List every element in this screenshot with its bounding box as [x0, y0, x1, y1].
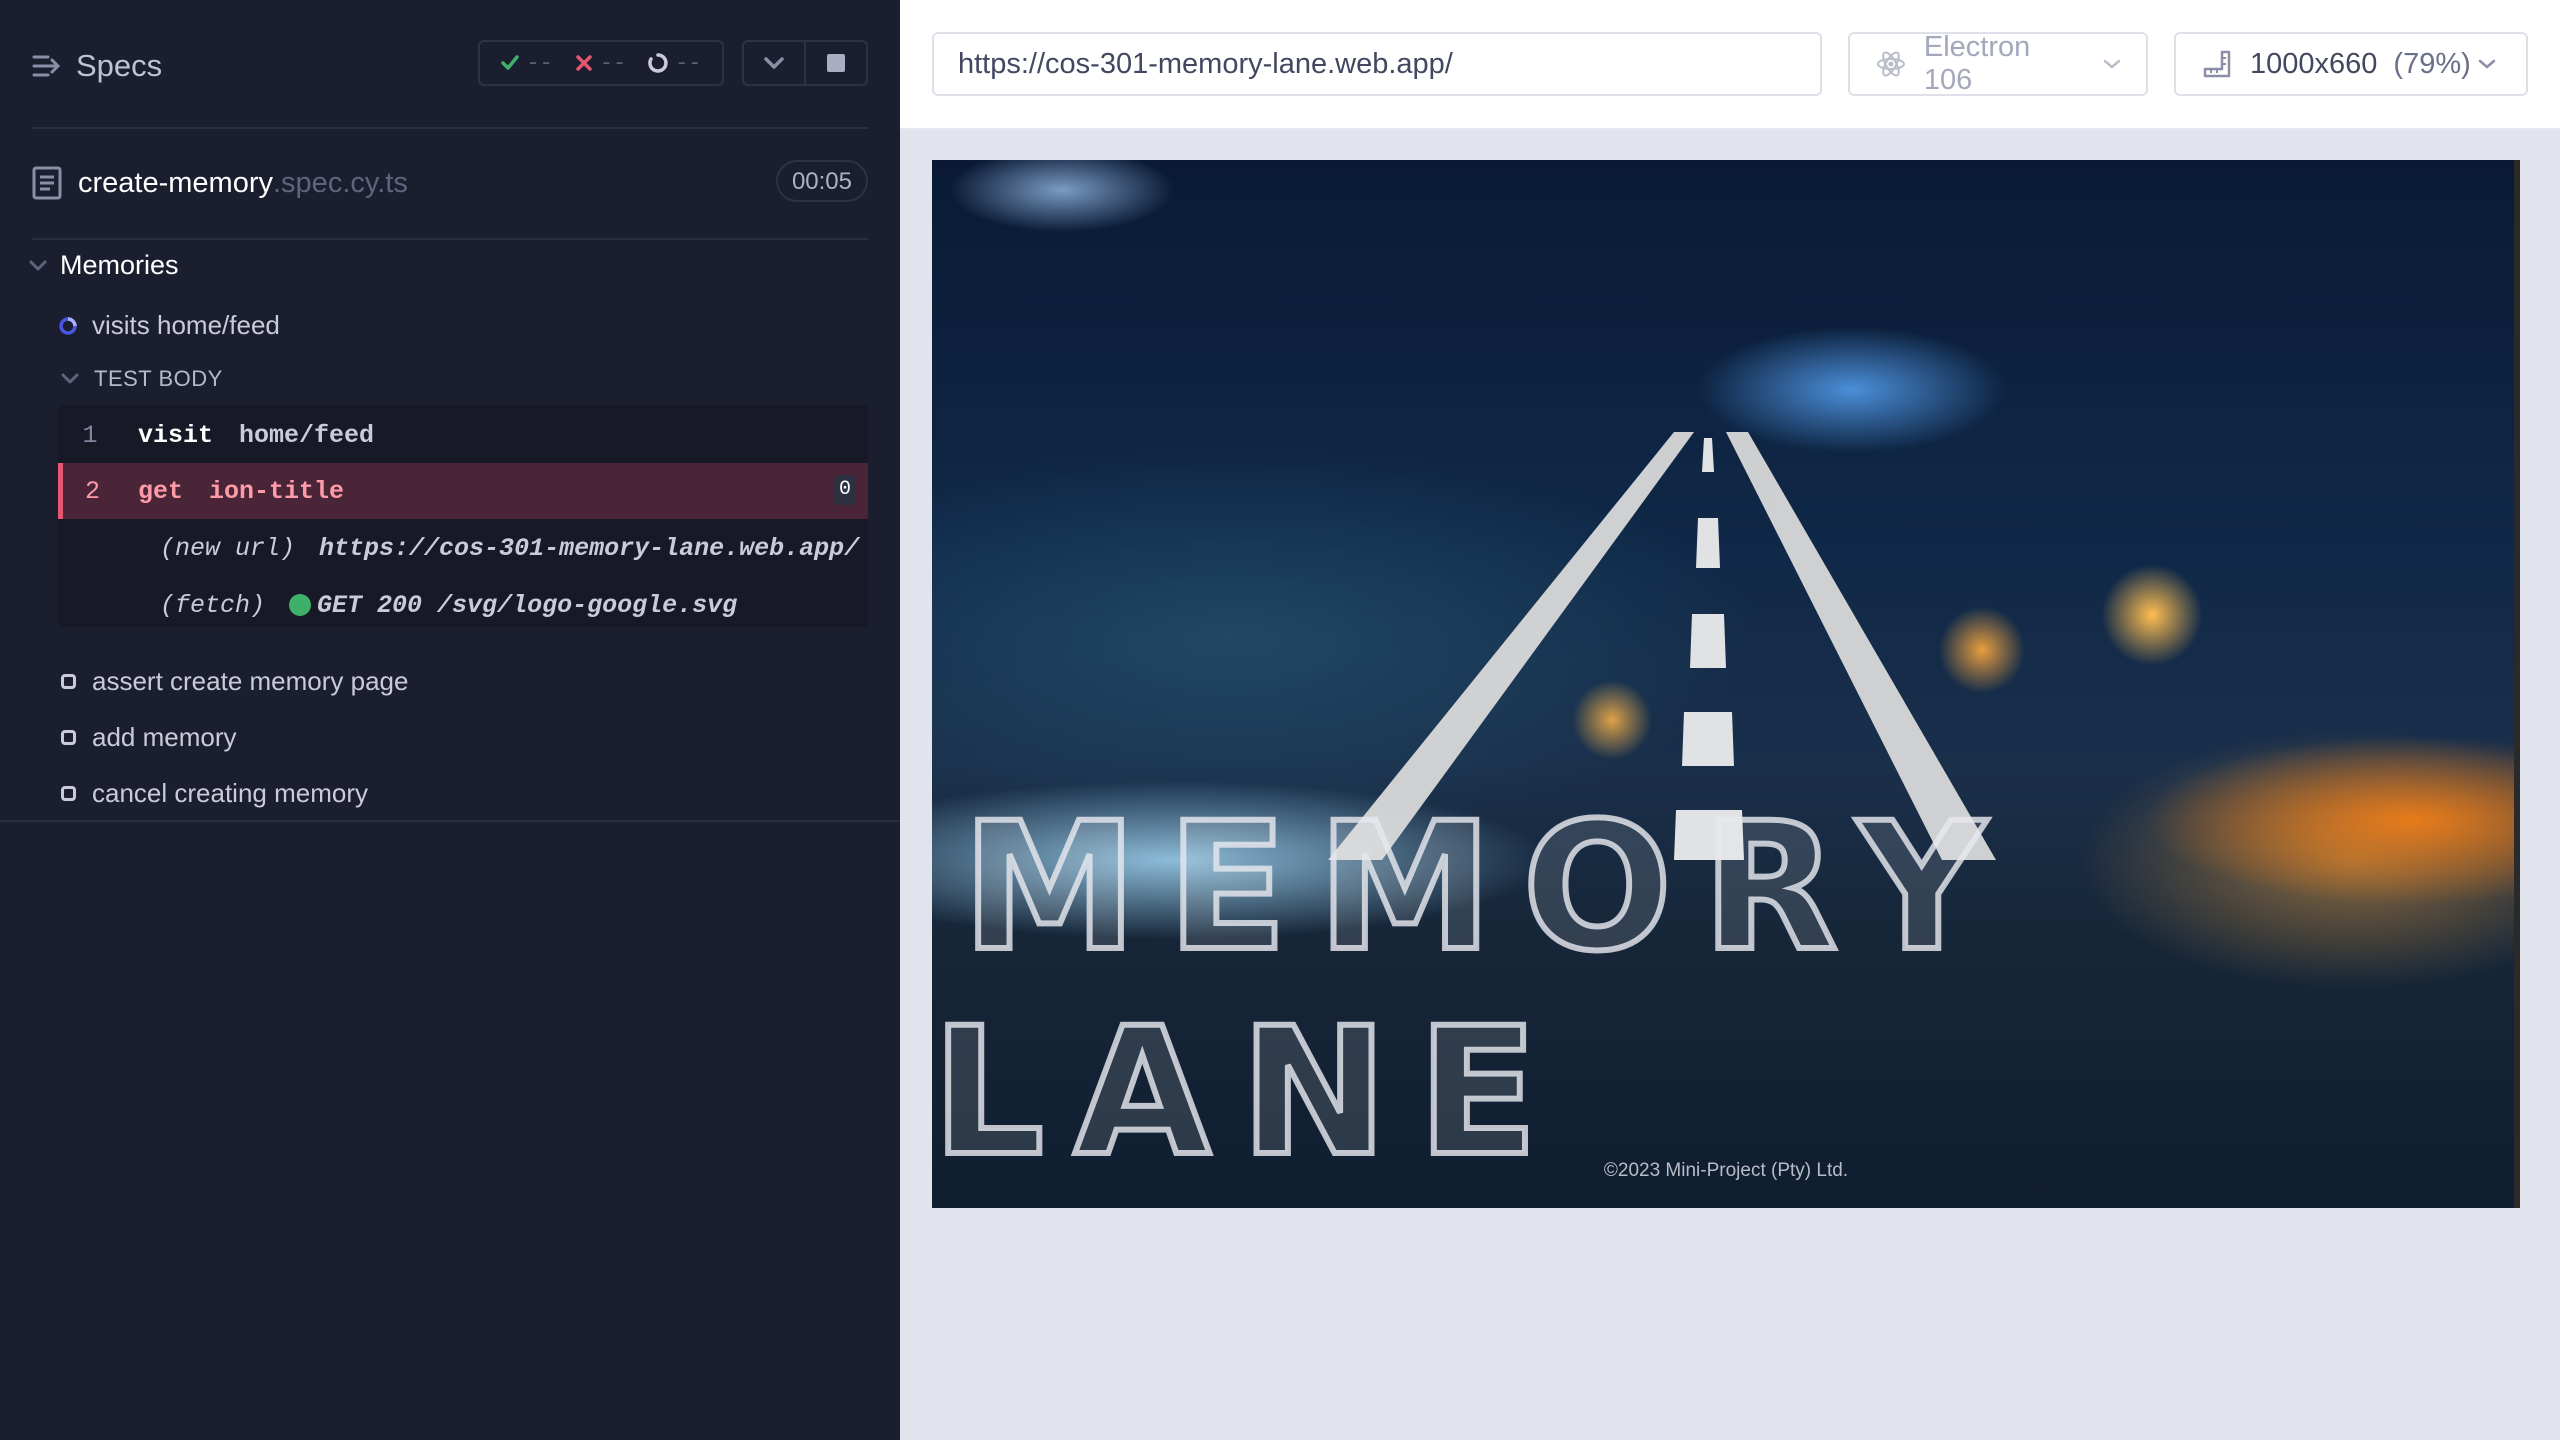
viewport-scale: (79%) — [2393, 47, 2471, 80]
queued-box-icon — [58, 728, 78, 748]
app-preview-frame[interactable]: MEMORY LANE ©2023 Mini-Project (Pty) Ltd… — [932, 160, 2520, 1208]
element-count-badge: 0 — [834, 475, 856, 505]
queued-box-icon — [58, 784, 78, 804]
passed-stat: -- — [500, 50, 553, 76]
test-visits-home-feed[interactable]: visits home/feed — [58, 310, 280, 341]
command-name: get — [138, 476, 184, 506]
browser-name: Electron 106 — [1923, 31, 2031, 96]
tests-end-divider — [0, 820, 900, 822]
test-body-label: TEST BODY — [94, 366, 223, 391]
x-icon — [576, 55, 592, 71]
chevron-down-icon — [2478, 59, 2496, 69]
electron-icon — [1876, 51, 1905, 77]
test-cancel-creating-memory[interactable]: cancel creating memory — [58, 778, 368, 809]
command-number: 1 — [82, 420, 98, 450]
header-divider — [32, 127, 868, 129]
chevron-down-icon — [29, 260, 47, 270]
specs-title: Specs — [76, 48, 163, 83]
browser-selector[interactable]: Electron 106 — [1848, 31, 2148, 96]
chevron-down-icon — [764, 57, 784, 69]
spec-header[interactable]: create-memory .spec.cy.ts 00:05 — [32, 158, 868, 208]
suite-title: Memories — [60, 250, 179, 280]
command-get[interactable]: 2 get ion-title 0 — [58, 463, 868, 519]
chevron-down-icon — [61, 373, 79, 384]
passed-count: -- — [526, 50, 553, 76]
command-message: home/feed — [239, 420, 375, 450]
stop-icon — [827, 54, 845, 72]
test-title: cancel creating memory — [92, 778, 368, 808]
failed-count: -- — [599, 50, 627, 76]
running-spinner-icon — [58, 316, 78, 336]
event-name: (fetch) — [160, 590, 266, 620]
spec-duration: 00:05 — [775, 160, 868, 202]
event-message: https://cos-301-memory-lane.web.app/ — [319, 533, 860, 563]
run-controls — [742, 40, 868, 86]
test-assert-create-memory-page[interactable]: assert create memory page — [58, 666, 408, 697]
event-message: GET 200 /svg/logo-google.svg — [317, 590, 738, 620]
specs-list-icon — [32, 51, 62, 81]
test-title: add memory — [92, 722, 237, 752]
spec-file-name: create-memory — [78, 166, 273, 199]
pending-count: -- — [675, 50, 702, 76]
viewport-info[interactable]: 1000x660 (79%) — [2174, 32, 2528, 96]
spec-divider — [32, 238, 868, 240]
specs-toggle[interactable]: Specs — [32, 44, 162, 88]
queued-box-icon — [58, 672, 78, 692]
test-title: assert create memory page — [92, 666, 409, 696]
chevron-down-icon — [2103, 59, 2121, 69]
pending-stat: -- — [647, 50, 702, 76]
command-visit[interactable]: 1 visit home/feed — [58, 407, 868, 463]
reporter-panel: Specs -- -- -- create-memory .spec.cy.ts … — [0, 0, 900, 1440]
spec-file-extension: .spec.cy.ts — [273, 166, 408, 199]
aut-header: https://cos-301-memory-lane.web.app/ Ele… — [900, 0, 2560, 130]
failed-stat: -- — [574, 51, 626, 76]
suite-memories[interactable]: Memories — [28, 250, 179, 281]
event-name: (new url) — [160, 533, 296, 563]
test-title: visits home/feed — [92, 310, 280, 340]
event-fetch[interactable]: (fetch) GET 200 /svg/logo-google.svg — [58, 577, 868, 633]
stop-button[interactable] — [804, 42, 866, 84]
auto-scroll-button[interactable] — [744, 42, 804, 84]
event-new-url[interactable]: (new url) https://cos-301-memory-lane.we… — [58, 520, 868, 576]
test-add-memory[interactable]: add memory — [58, 722, 237, 753]
check-icon — [501, 55, 520, 70]
url-field[interactable]: https://cos-301-memory-lane.web.app/ — [932, 32, 1822, 96]
test-body-toggle[interactable]: TEST BODY — [60, 366, 223, 392]
app-logo-text: MEMORY LANE — [932, 782, 2016, 1198]
url-text: https://cos-301-memory-lane.web.app/ — [958, 47, 1453, 80]
document-icon — [32, 166, 62, 200]
test-stats: -- -- -- — [478, 40, 724, 86]
command-name: visit — [138, 420, 214, 450]
command-message: ion-title — [209, 476, 345, 506]
success-dot-icon — [289, 594, 312, 616]
viewport-size: 1000x660 — [2250, 47, 2378, 80]
pending-circle-icon — [648, 53, 668, 73]
command-log: 1 visit home/feed 2 get ion-title 0 (new… — [58, 405, 868, 627]
copyright-text: ©2023 Mini-Project (Pty) Ltd. — [1603, 1160, 1849, 1181]
frame-edge — [2514, 160, 2520, 1208]
command-number: 2 — [84, 476, 100, 506]
ruler-icon — [2203, 50, 2231, 78]
